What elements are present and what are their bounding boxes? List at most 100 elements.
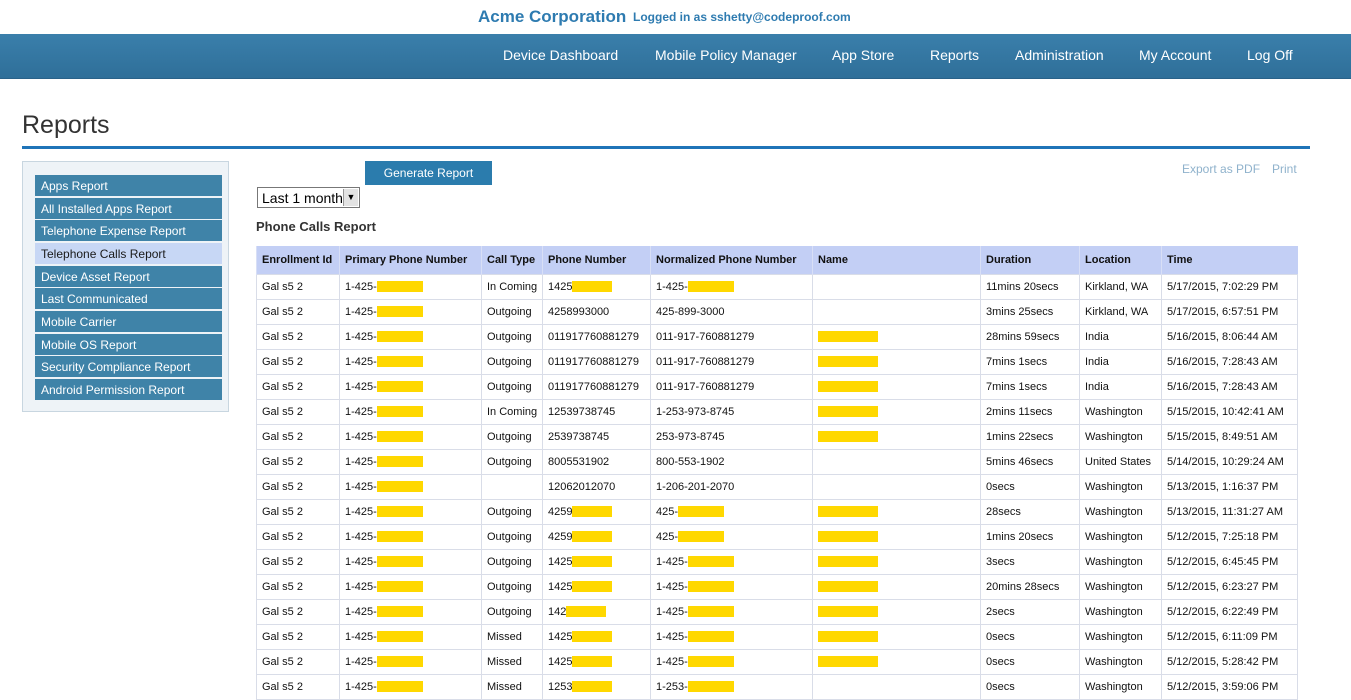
column-header-duration[interactable]: Duration [980,246,1080,274]
cell-duration: 7mins 1secs [980,348,1080,375]
cell-time: 5/15/2015, 8:49:51 AM [1161,423,1298,450]
cell-phone-number-text: 142 [548,605,567,618]
table-row[interactable]: Gal s5 2 1-425- Outgoing 4259 425- 1mins 20se… [256,523,1298,550]
table-row[interactable]: Gal s5 2 1-425- In Coming 12539738745 1-253-… [256,398,1298,425]
cell-normalized-phone: 253-973-8745 [650,423,813,450]
sidebar-item-telephone-calls[interactable]: Telephone Calls Report [35,243,222,264]
table-row[interactable]: Gal s5 2 1-425- In Coming 1425 1-425- 11mins … [256,273,1298,300]
cell-phone-number: 011917760881279 [542,348,651,375]
cell-location-text: Washington [1085,505,1143,518]
top-header: Acme Corporation Logged in as sshetty@co… [0,0,1351,34]
cell-time: 5/17/2015, 7:02:29 PM [1161,273,1298,300]
sidebar-item-android-permission[interactable]: Android Permission Report [35,379,222,400]
cell-phone-number-text: 1425 [548,555,573,568]
cell-phone-number-text: 12539738745 [548,405,616,418]
cell-location: United States [1079,448,1162,475]
cell-primary-phone-text: 1-425- [345,605,377,618]
cell-call-type-text: In Coming [487,405,538,418]
table-row[interactable]: Gal s5 2 1-425- Missed 1425 1-425- 0secs Washi… [256,648,1298,675]
cell-call-type-text: Missed [487,630,522,643]
table-row[interactable]: Gal s5 2 1-425- Outgoing 4259 425- 28secs Wash… [256,498,1298,525]
sidebar-item-last-communicated[interactable]: Last Communicated [35,288,222,309]
cell-primary-phone-text: 1-425- [345,430,377,443]
nav-administration[interactable]: Administration [1015,47,1104,63]
cell-time-text: 5/12/2015, 3:59:06 PM [1167,680,1279,693]
cell-name [812,498,981,525]
cell-time-text: 5/16/2015, 7:28:43 AM [1167,355,1278,368]
nav-app-store[interactable]: App Store [832,47,894,63]
cell-duration-text: 5mins 46secs [986,455,1054,468]
cell-duration: 0secs [980,673,1080,700]
cell-time: 5/12/2015, 6:23:27 PM [1161,573,1298,600]
nav-reports[interactable]: Reports [930,47,979,63]
column-header-normalized-phone[interactable]: Normalized Phone Number [650,246,813,274]
table-row[interactable]: Gal s5 2 1-425- Outgoing 142 1-425- 2secs Wash… [256,598,1298,625]
cell-duration-text: 11mins 20secs [986,280,1059,293]
cell-call-type: Missed [481,623,543,650]
redaction-mark [376,356,423,368]
generate-report-button[interactable]: Generate Report [365,161,492,185]
cell-normalized-phone-text: 1-425- [656,630,688,643]
table-row[interactable]: Gal s5 2 1-425- Outgoing 4258993000 425-899-… [256,298,1298,325]
print-link[interactable]: Print [1272,162,1297,176]
cell-time: 5/12/2015, 3:59:06 PM [1161,673,1298,700]
sidebar-item-device-asset[interactable]: Device Asset Report [35,266,222,287]
cell-time: 5/12/2015, 6:45:45 PM [1161,548,1298,575]
cell-normalized-phone: 1-425- [650,273,813,300]
cell-enrollment-id-text: Gal s5 2 [262,305,303,318]
column-header-enrollment-id[interactable]: Enrollment Id [256,246,340,274]
reports-sidebar: Apps Report All Installed Apps Report Te… [22,161,229,412]
column-header-primary-phone[interactable]: Primary Phone Number [339,246,482,274]
nav-device-dashboard[interactable]: Device Dashboard [503,47,618,63]
redaction-mark [818,581,878,593]
nav-mobile-policy-manager[interactable]: Mobile Policy Manager [655,47,797,63]
table-row[interactable]: Gal s5 2 1-425- Outgoing 1425 1-425- 3secs Was… [256,548,1298,575]
table-row[interactable]: Gal s5 2 1-425- Outgoing 011917760881279 011… [256,373,1298,400]
cell-normalized-phone-text: 011-917-760881279 [656,330,755,343]
sidebar-item-security-compliance[interactable]: Security Compliance Report [35,356,222,377]
cell-name [812,598,981,625]
cell-duration-text: 3mins 25secs [986,305,1054,318]
phone-calls-table-container: Enrollment Id Primary Phone Number Call … [256,246,1298,700]
period-select[interactable]: Last 1 month ▼ [257,187,360,208]
table-row[interactable]: Gal s5 2 1-425- Missed 1253 1-253- 0secs Washi… [256,673,1298,700]
cell-location-text: Washington [1085,405,1143,418]
column-header-location[interactable]: Location [1079,246,1162,274]
cell-duration: 28mins 59secs [980,323,1080,350]
cell-time: 5/13/2015, 1:16:37 PM [1161,473,1298,500]
column-header-name[interactable]: Name [812,246,981,274]
cell-normalized-phone-text: 425-899-3000 [656,305,725,318]
redaction-mark [572,506,613,518]
table-row[interactable]: Gal s5 2 1-425- 12062012070 1-206-201-2070 0… [256,473,1298,500]
table-row[interactable]: Gal s5 2 1-425- Outgoing 8005531902 800-553-… [256,448,1298,475]
table-row[interactable]: Gal s5 2 1-425- Outgoing 011917760881279 011… [256,323,1298,350]
nav-my-account[interactable]: My Account [1139,47,1211,63]
cell-duration-text: 7mins 1secs [986,355,1048,368]
cell-normalized-phone-text: 1-425- [656,580,688,593]
sidebar-item-telephone-expense[interactable]: Telephone Expense Report [35,220,222,241]
nav-log-off[interactable]: Log Off [1247,47,1293,63]
sidebar-item-all-installed-apps[interactable]: All Installed Apps Report [35,198,222,219]
column-header-time[interactable]: Time [1161,246,1298,274]
column-header-phone-number[interactable]: Phone Number [542,246,651,274]
cell-enrollment-id: Gal s5 2 [256,573,340,600]
column-header-call-type[interactable]: Call Type [481,246,543,274]
redaction-mark [376,506,423,518]
sidebar-item-apps-report[interactable]: Apps Report [35,175,222,196]
sidebar-item-mobile-carrier[interactable]: Mobile Carrier [35,311,222,332]
cell-time-text: 5/17/2015, 6:57:51 PM [1167,305,1279,318]
table-row[interactable]: Gal s5 2 1-425- Outgoing 2539738745 253-973-… [256,423,1298,450]
cell-primary-phone: 1-425- [339,423,482,450]
cell-time: 5/17/2015, 6:57:51 PM [1161,298,1298,325]
export-pdf-link[interactable]: Export as PDF [1182,162,1260,176]
table-row[interactable]: Gal s5 2 1-425- Outgoing 1425 1-425- 20mins 2… [256,573,1298,600]
table-row[interactable]: Gal s5 2 1-425- Outgoing 011917760881279 011… [256,348,1298,375]
table-row[interactable]: Gal s5 2 1-425- Missed 1425 1-425- 0secs Washi… [256,623,1298,650]
cell-location-text: Washington [1085,605,1143,618]
cell-call-type-text: Outgoing [487,530,532,543]
sidebar-item-mobile-os[interactable]: Mobile OS Report [35,334,222,355]
cell-time: 5/14/2015, 10:29:24 AM [1161,448,1298,475]
cell-time: 5/12/2015, 6:11:09 PM [1161,623,1298,650]
redaction-mark [687,281,734,293]
cell-time-text: 5/12/2015, 6:22:49 PM [1167,605,1279,618]
